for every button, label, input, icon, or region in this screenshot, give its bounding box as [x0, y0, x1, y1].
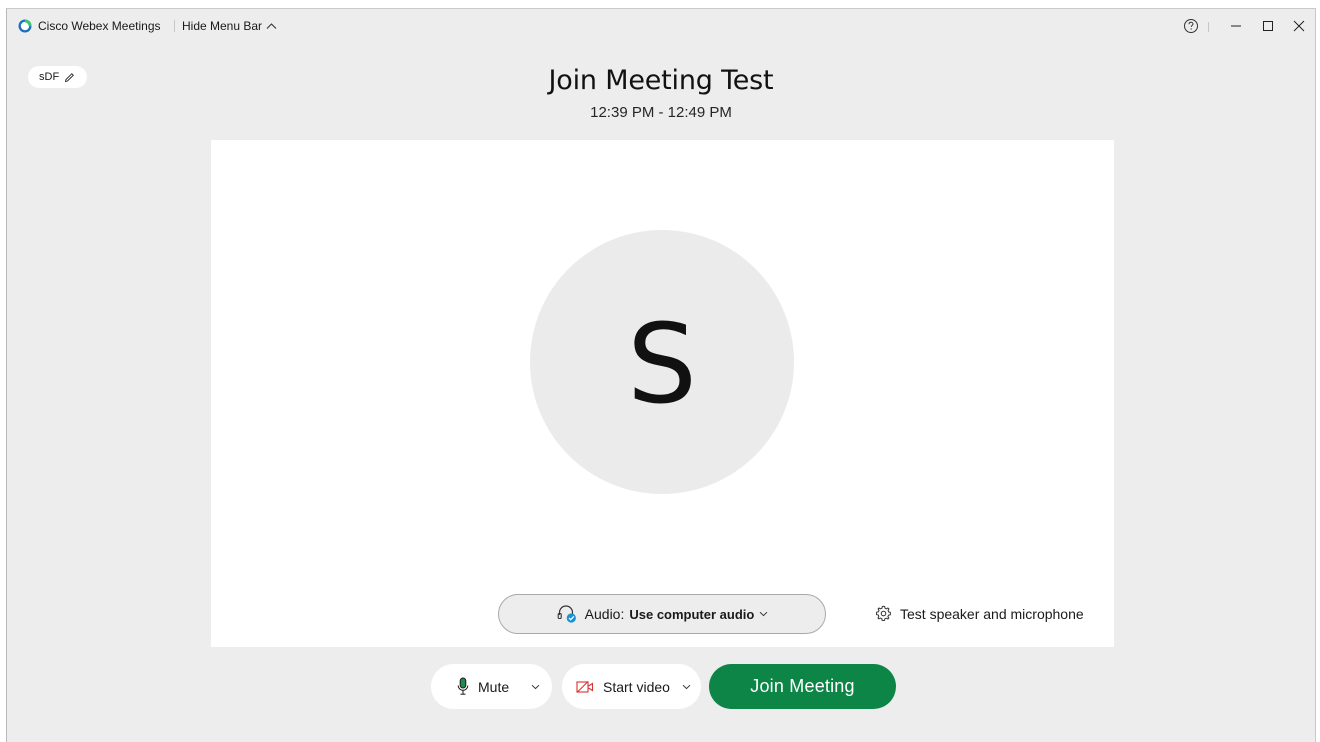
mute-options-dropdown[interactable]	[524, 664, 546, 709]
avatar-initial: S	[627, 300, 697, 428]
mute-button[interactable]: Mute	[431, 664, 509, 709]
hide-menu-bar-label: Hide Menu Bar	[182, 19, 263, 33]
start-video-label: Start video	[603, 678, 670, 695]
chevron-down-icon	[682, 684, 690, 689]
close-icon[interactable]	[1288, 15, 1310, 37]
title-bar: Cisco Webex Meetings Hide Menu Bar	[7, 9, 1315, 43]
chevron-down-icon	[531, 684, 539, 689]
minimize-icon[interactable]	[1225, 15, 1247, 37]
hide-menu-bar-button[interactable]: Hide Menu Bar	[182, 19, 277, 33]
microphone-icon	[457, 677, 469, 695]
chevron-up-icon	[266, 23, 277, 29]
chevron-down-icon	[759, 611, 768, 617]
headset-icon	[557, 605, 576, 623]
start-video-button[interactable]: Start video	[562, 664, 670, 709]
help-icon[interactable]	[1182, 17, 1200, 35]
meeting-title: Join Meeting Test	[548, 65, 774, 96]
mute-control: Mute	[431, 664, 552, 709]
audio-value: Use computer audio	[629, 606, 755, 622]
maximize-icon[interactable]	[1257, 15, 1279, 37]
audio-connection-dropdown[interactable]: Audio: Use computer audio	[498, 594, 826, 634]
title-separator	[174, 20, 175, 32]
test-speaker-label: Test speaker and microphone	[900, 605, 1084, 622]
mute-label: Mute	[478, 678, 510, 695]
test-speaker-microphone-link[interactable]: Test speaker and microphone	[875, 605, 1084, 622]
avatar: S	[530, 230, 794, 494]
title-separator-right	[1208, 22, 1209, 32]
video-options-dropdown[interactable]	[675, 664, 697, 709]
audio-label: Audio:	[584, 606, 625, 622]
webex-window: Cisco Webex Meetings Hide Menu Bar sDF J…	[6, 8, 1316, 742]
webex-logo-icon	[18, 19, 32, 33]
video-off-icon	[576, 680, 594, 693]
app-title: Cisco Webex Meetings	[38, 19, 161, 33]
video-preview-panel: S Audio: Use computer audio Test speaker…	[211, 140, 1114, 647]
meeting-time: 12:39 PM - 12:49 PM	[590, 104, 732, 121]
video-control: Start video	[562, 664, 701, 709]
join-meeting-button[interactable]: Join Meeting	[709, 664, 896, 709]
gear-icon	[875, 605, 891, 622]
